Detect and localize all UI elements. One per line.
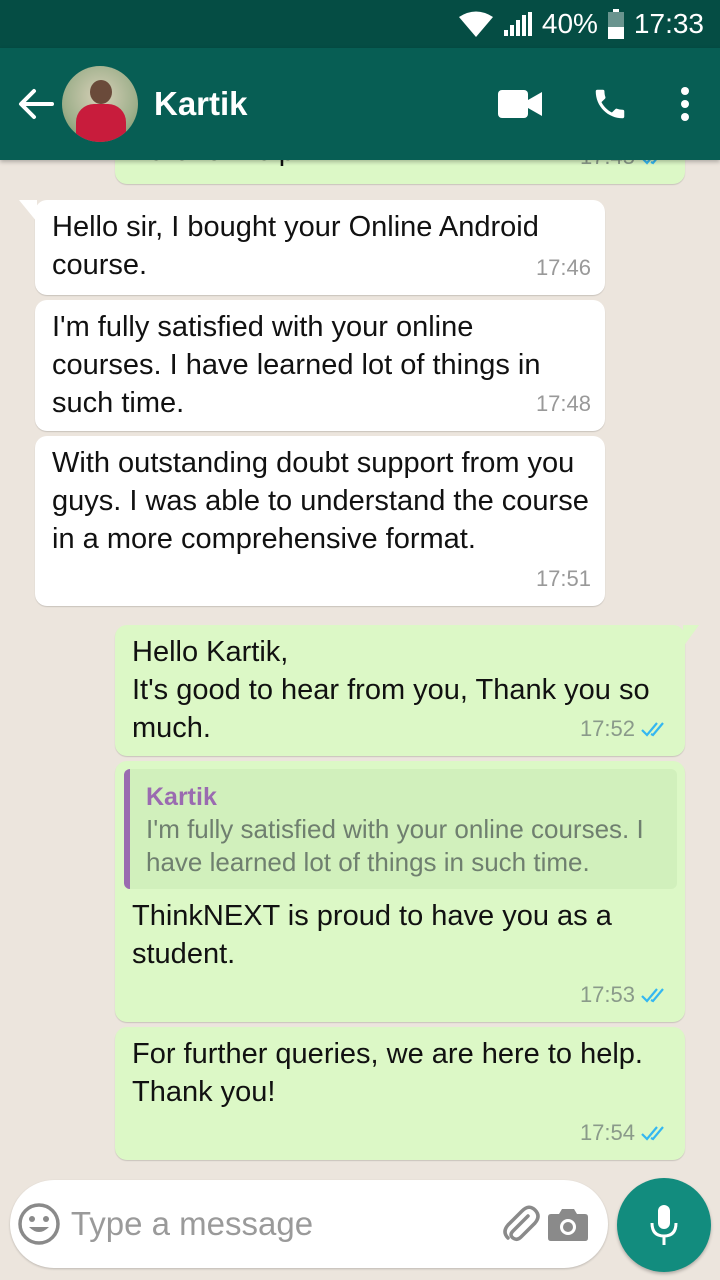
message-time: 17:54 <box>579 1120 635 1145</box>
clock: 17:33 <box>633 8 704 39</box>
message-time: 17:52 <box>579 716 635 741</box>
more-vert-icon <box>681 87 689 121</box>
message-bubble-outgoing[interactable]: here for help. 17:45 <box>115 160 685 184</box>
double-check-icon <box>641 988 664 1003</box>
phone-call-icon <box>595 89 625 119</box>
avatar[interactable] <box>62 66 138 142</box>
message-meta: 17:46 <box>536 249 591 287</box>
message-meta: 17:53 <box>580 976 671 1014</box>
message-meta: 17:45 <box>580 160 671 176</box>
message-text: With outstanding doubt support from you … <box>52 447 589 555</box>
message-meta: 17:51 <box>536 560 591 598</box>
emoji-button[interactable] <box>12 1180 67 1268</box>
wifi-icon <box>458 10 494 38</box>
double-check-icon <box>641 722 664 737</box>
quoted-author: Kartik <box>146 783 217 811</box>
quoted-text: I'm fully satisfied with your online cou… <box>146 814 644 877</box>
emoji-icon <box>18 1203 61 1245</box>
message-time: 17:45 <box>580 160 635 176</box>
video-call-button[interactable] <box>470 48 570 160</box>
back-arrow-icon <box>19 89 54 119</box>
more-options-button[interactable] <box>650 48 720 160</box>
camera-icon <box>547 1209 588 1241</box>
message-text: Hello sir, I bought your Online Android … <box>52 211 539 281</box>
message-time: 17:51 <box>535 566 591 591</box>
camera-button[interactable] <box>544 1180 592 1268</box>
battery-icon <box>607 9 624 39</box>
composer <box>10 1180 608 1268</box>
message-bubble-outgoing[interactable]: Hello Kartik, It's good to hear from you… <box>115 625 699 756</box>
double-check-icon <box>642 160 657 165</box>
status-bar: 40% 17:33 <box>0 0 720 48</box>
message-bubble-incoming[interactable]: I'm fully satisfied with your online cou… <box>35 300 605 431</box>
message-text: I'm fully satisfied with your online cou… <box>52 311 541 419</box>
message-text: ThinkNEXT is proud to have you as a stud… <box>132 900 612 970</box>
message-bubble-incoming[interactable]: With outstanding doubt support from you … <box>35 436 605 606</box>
message-meta: 17:54 <box>580 1114 671 1152</box>
signal-icon <box>503 12 532 36</box>
message-meta: 17:48 <box>536 385 591 423</box>
message-time: 17:53 <box>579 982 635 1007</box>
chat-header: Kartik <box>0 48 720 160</box>
message-bubble-outgoing[interactable]: For further queries, we are here to help… <box>115 1027 685 1160</box>
double-check-icon <box>641 1126 664 1141</box>
message-bubble-outgoing[interactable]: Kartik I'm fully satisfied with your onl… <box>115 761 685 1022</box>
message-text: For further queries, we are here to help… <box>132 1038 643 1108</box>
message-input[interactable] <box>70 1205 496 1243</box>
attach-icon <box>503 1205 540 1242</box>
video-call-icon <box>498 90 542 118</box>
message-time: 17:48 <box>535 391 591 416</box>
battery-percent: 40% <box>541 8 598 39</box>
back-button[interactable] <box>10 48 62 160</box>
quoted-message[interactable]: Kartik I'm fully satisfied with your onl… <box>124 769 677 889</box>
attach-button[interactable] <box>496 1180 544 1268</box>
voice-call-button[interactable] <box>570 48 650 160</box>
message-meta: 17:52 <box>580 710 671 748</box>
voice-record-button[interactable] <box>617 1178 711 1272</box>
contact-name[interactable]: Kartik <box>154 85 470 123</box>
message-time: 17:46 <box>535 255 591 280</box>
message-bubble-incoming[interactable]: Hello sir, I bought your Online Android … <box>19 200 605 295</box>
mic-icon <box>650 1205 678 1245</box>
chat-area[interactable]: here for help. 17:45 Hello sir, I bought… <box>0 160 720 1180</box>
